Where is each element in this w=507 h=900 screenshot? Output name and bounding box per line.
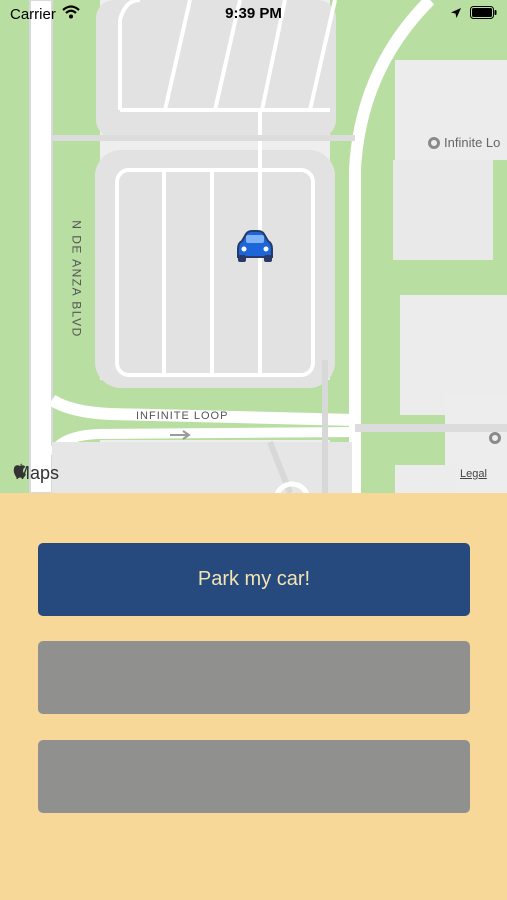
poi-pin-icon xyxy=(489,432,501,444)
location-arrow-icon xyxy=(450,6,462,23)
legal-link[interactable]: Legal xyxy=(460,468,487,480)
action-panel: Park my car! xyxy=(0,493,507,900)
road-label-de-anza: N DE ANZA BLVD xyxy=(69,220,84,338)
poi-label: Infinite Lo xyxy=(444,135,501,150)
road-label-infinite-loop: INFINITE LOOP xyxy=(136,410,229,422)
apple-maps-logo: Maps xyxy=(13,463,59,484)
status-time: 9:39 PM xyxy=(225,5,282,22)
battery-icon xyxy=(470,6,497,23)
poi-infinite-loop[interactable]: Infinite Lo xyxy=(428,135,500,150)
poi-pin-icon-2[interactable] xyxy=(489,432,501,444)
poi-pin-icon xyxy=(428,136,440,149)
second-action-button[interactable] xyxy=(38,641,470,714)
park-my-car-button[interactable]: Park my car! xyxy=(38,543,470,616)
car-icon xyxy=(237,230,273,262)
car-marker[interactable] xyxy=(232,229,276,265)
status-right xyxy=(450,6,497,23)
status-bar: Carrier 9:39 PM xyxy=(0,0,507,28)
map-view[interactable]: N DE ANZA BLVD INFINITE LOOP Infinite Lo… xyxy=(0,0,507,493)
third-action-button[interactable] xyxy=(38,740,470,813)
